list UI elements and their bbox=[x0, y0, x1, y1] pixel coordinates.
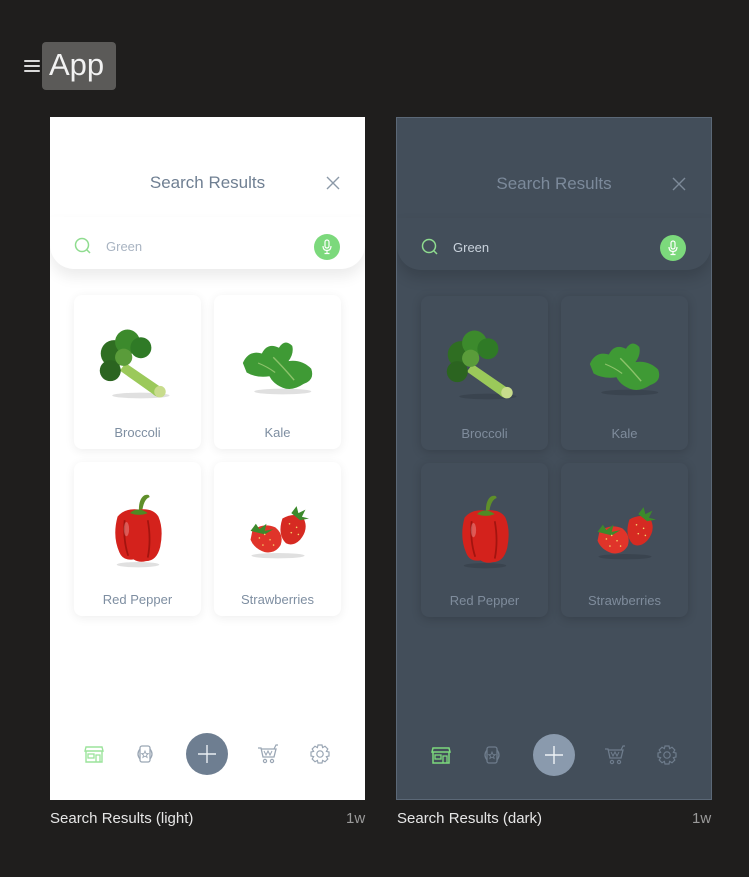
result-card-broccoli[interactable]: Broccoli bbox=[74, 295, 201, 449]
hamburger-icon[interactable] bbox=[24, 60, 40, 72]
result-label: Red Pepper bbox=[449, 593, 520, 608]
store-icon[interactable] bbox=[83, 743, 105, 765]
bottom-nav bbox=[50, 733, 365, 775]
search-results-light-frame: Search Results Green Broccoli Kale Red P… bbox=[50, 117, 365, 800]
screen-title: Search Results bbox=[496, 174, 612, 193]
frame-caption-dark[interactable]: Search Results (dark) bbox=[397, 810, 542, 827]
broccoli-image bbox=[442, 325, 528, 403]
search-bar[interactable]: Green bbox=[50, 217, 365, 269]
close-icon[interactable] bbox=[325, 175, 341, 191]
result-label: Strawberries bbox=[241, 592, 314, 607]
results-grid: Broccoli Kale Red Pepper Strawberries bbox=[421, 296, 688, 617]
result-card-red-pepper[interactable]: Red Pepper bbox=[421, 463, 548, 617]
frame-timestamp-light: 1w bbox=[346, 810, 366, 827]
result-label: Kale bbox=[611, 426, 638, 441]
red-pepper-image bbox=[98, 487, 178, 573]
product-badge-icon[interactable] bbox=[134, 743, 156, 765]
search-results-dark-frame: Search Results Green Broccoli Kale Red P… bbox=[396, 117, 712, 800]
add-button[interactable] bbox=[186, 733, 228, 775]
microphone-button[interactable] bbox=[660, 235, 686, 261]
microphone-icon bbox=[668, 240, 678, 256]
result-card-red-pepper[interactable]: Red Pepper bbox=[74, 462, 201, 616]
search-input[interactable]: Green bbox=[106, 239, 142, 254]
add-button[interactable] bbox=[533, 734, 575, 776]
search-input[interactable]: Green bbox=[453, 240, 489, 255]
app-title[interactable]: App bbox=[42, 42, 117, 90]
product-badge-icon[interactable] bbox=[481, 744, 503, 766]
result-card-broccoli[interactable]: Broccoli bbox=[421, 296, 548, 450]
red-pepper-image bbox=[445, 488, 525, 574]
frame-timestamp-dark: 1w bbox=[692, 810, 712, 827]
result-label: Kale bbox=[264, 425, 291, 440]
gear-icon[interactable] bbox=[656, 744, 678, 766]
close-icon[interactable] bbox=[671, 176, 687, 192]
kale-image bbox=[582, 326, 668, 402]
store-icon[interactable] bbox=[430, 744, 452, 766]
strawberries-image bbox=[238, 499, 318, 561]
gear-icon[interactable] bbox=[309, 743, 331, 765]
plus-icon bbox=[545, 746, 563, 764]
result-card-kale[interactable]: Kale bbox=[214, 295, 341, 449]
cart-icon[interactable] bbox=[257, 743, 279, 765]
screen-title: Search Results bbox=[149, 173, 266, 192]
result-label: Strawberries bbox=[588, 593, 661, 608]
result-card-kale[interactable]: Kale bbox=[561, 296, 688, 450]
search-bar[interactable]: Green bbox=[397, 218, 711, 270]
app-header: App bbox=[24, 42, 117, 90]
plus-icon bbox=[198, 745, 216, 763]
kale-image bbox=[235, 325, 321, 401]
result-label: Red Pepper bbox=[102, 592, 173, 607]
results-grid: Broccoli Kale Red Pepper Strawberries bbox=[74, 295, 341, 616]
broccoli-image bbox=[95, 324, 181, 402]
frame-caption-light[interactable]: Search Results (light) bbox=[50, 810, 193, 827]
microphone-icon bbox=[322, 239, 332, 255]
strawberries-image bbox=[585, 500, 665, 562]
result-label: Broccoli bbox=[114, 425, 161, 440]
result-card-strawberries[interactable]: Strawberries bbox=[561, 463, 688, 617]
search-icon bbox=[421, 238, 438, 255]
bottom-nav bbox=[397, 734, 711, 776]
cart-icon[interactable] bbox=[604, 744, 626, 766]
result-card-strawberries[interactable]: Strawberries bbox=[214, 462, 341, 616]
microphone-button[interactable] bbox=[314, 234, 340, 260]
search-icon bbox=[74, 237, 91, 254]
result-label: Broccoli bbox=[461, 426, 508, 441]
